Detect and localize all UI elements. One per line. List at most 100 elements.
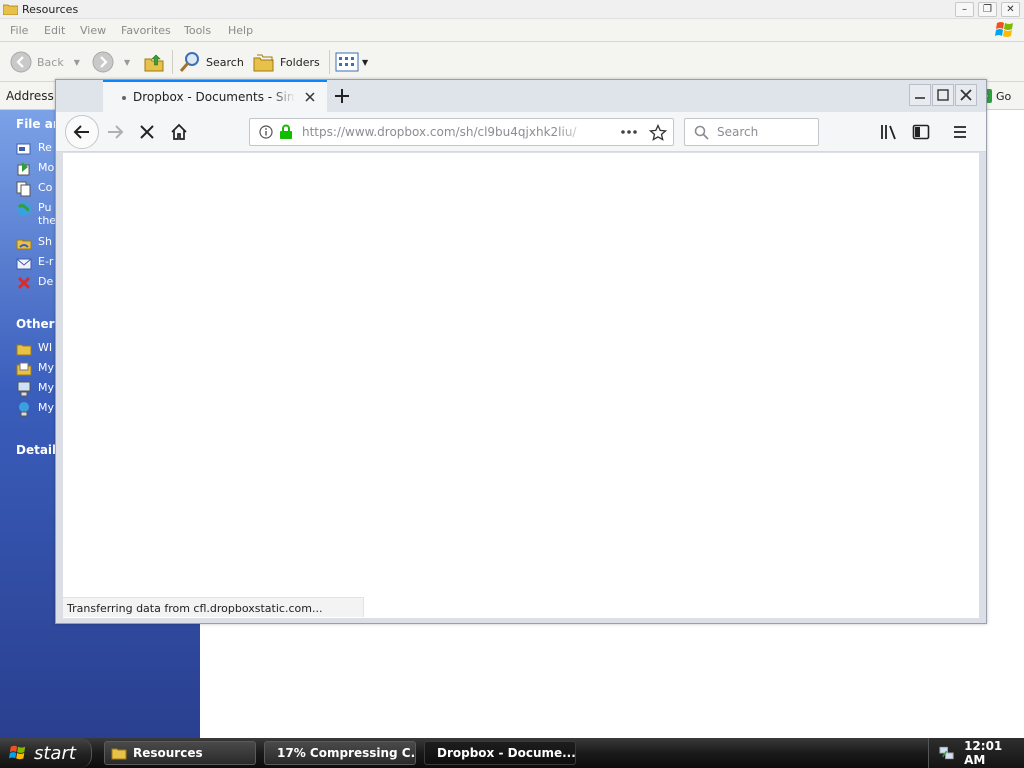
taskbar-button-label: 17% Compressing C... — [277, 746, 416, 760]
explorer-minimize-button[interactable]: – — [955, 2, 974, 17]
padlock-icon[interactable] — [279, 124, 293, 140]
email-icon — [16, 258, 32, 270]
loading-dot-icon — [122, 96, 126, 100]
browser-forward-button[interactable] — [98, 115, 132, 149]
sidebar-icon — [912, 124, 930, 140]
task-item-email[interactable]: E-r — [16, 255, 53, 271]
windows-logo-icon — [9, 745, 26, 760]
url-bar[interactable]: https://www.dropbox.com/sh/cl9bu4qjxhk2l… — [249, 118, 674, 146]
folders-button[interactable]: Folders — [252, 50, 320, 74]
info-icon[interactable] — [259, 125, 273, 139]
network-icon[interactable] — [939, 745, 954, 761]
search-placeholder: Search — [717, 125, 759, 139]
place-item-label: WI — [38, 341, 53, 354]
task-item-share[interactable]: Sh — [16, 235, 52, 251]
explorer-menubar: File Edit View Favorites Tools Help — [0, 19, 1024, 42]
task-item-label: De — [38, 275, 54, 288]
views-icon — [335, 52, 359, 72]
tab-title: Dropbox - Documents - Simplif — [133, 90, 295, 104]
tab-close-icon[interactable] — [303, 90, 317, 104]
place-item-label: My — [38, 361, 55, 374]
sidebar-toggle-button[interactable] — [904, 115, 938, 149]
rename-icon — [16, 143, 31, 155]
firefox-window: Dropbox - Documents - Simplif h — [55, 79, 987, 624]
place-item-label: My — [38, 401, 55, 414]
taskbar-button-label: Resources — [133, 746, 203, 760]
place-item-my-computer[interactable]: My — [16, 381, 54, 397]
toolbar-separator — [172, 50, 173, 74]
hamburger-menu-button[interactable] — [943, 115, 977, 149]
toolbar-separator — [329, 50, 330, 74]
firefox-minimize-button[interactable] — [909, 84, 931, 106]
task-item-copy[interactable]: Co — [16, 181, 52, 197]
windows-logo-icon — [995, 22, 1013, 37]
firefox-maximize-button[interactable] — [932, 84, 954, 106]
menu-favorites[interactable]: Favorites — [121, 24, 171, 37]
my-documents-icon — [16, 362, 32, 376]
forward-dropdown-icon[interactable]: ▼ — [124, 58, 130, 67]
bookmark-star-icon[interactable] — [649, 124, 667, 142]
page-content-area[interactable]: Transferring data from cfl.dropboxstatic… — [63, 153, 979, 618]
folders-label: Folders — [280, 55, 320, 69]
place-item-label: My — [38, 381, 55, 394]
start-button[interactable]: start — [0, 738, 92, 768]
library-button[interactable] — [872, 115, 906, 149]
task-item-label: Pu the — [38, 201, 57, 227]
task-item-delete[interactable]: De — [16, 275, 53, 291]
url-text: https://www.dropbox.com/sh/cl9bu4qjxhk2l… — [302, 125, 577, 139]
home-icon — [171, 123, 187, 140]
taskbar: start Resources 7z 17% Compressing C... … — [0, 738, 1024, 768]
close-icon — [960, 89, 972, 101]
up-folder-button[interactable] — [143, 50, 165, 74]
forward-arrow-icon — [92, 51, 114, 73]
folder-icon — [111, 748, 127, 760]
clock[interactable]: 12:01 AM — [964, 739, 1024, 767]
home-button[interactable] — [162, 115, 196, 149]
firefox-tabstrip[interactable]: Dropbox - Documents - Simplif — [56, 80, 986, 112]
taskbar-button-7zip[interactable]: 7z 17% Compressing C... — [264, 741, 416, 765]
browser-back-button[interactable] — [65, 115, 99, 149]
task-item-move[interactable]: Mo — [16, 161, 54, 177]
taskbar-button-resources[interactable]: Resources — [104, 741, 256, 765]
tab-dropbox-documents[interactable]: Dropbox - Documents - Simplif — [103, 80, 327, 112]
task-item-label: Re — [38, 141, 52, 154]
minimize-icon — [915, 97, 925, 99]
status-panel: Transferring data from cfl.dropboxstatic… — [63, 597, 364, 617]
delete-x-icon — [17, 276, 31, 290]
my-network-places-icon — [19, 402, 29, 417]
page-actions-icon[interactable] — [620, 128, 638, 136]
explorer-restore-button[interactable]: ❐ — [978, 2, 997, 17]
task-item-label: Mo — [38, 161, 55, 174]
forward-arrow-icon — [108, 125, 124, 139]
system-tray: 12:01 AM — [928, 738, 1024, 768]
menu-file[interactable]: File — [10, 24, 28, 37]
back-arrow-icon — [10, 51, 32, 73]
place-item-folder[interactable]: WI — [16, 341, 52, 357]
search-label: Search — [206, 55, 244, 69]
search-box[interactable]: Search — [684, 118, 819, 146]
task-item-rename[interactable]: Re — [16, 141, 52, 157]
forward-button[interactable]: ▼ — [92, 50, 130, 74]
taskbar-button-dropbox[interactable]: Dropbox - Docume... — [424, 741, 576, 765]
menu-edit[interactable]: Edit — [44, 24, 65, 37]
explorer-close-button[interactable]: ✕ — [1001, 2, 1020, 17]
place-item-my-documents[interactable]: My — [16, 361, 54, 377]
task-item-publish[interactable]: Pu the — [16, 201, 56, 227]
menu-tools[interactable]: Tools — [184, 24, 211, 37]
place-item-my-network[interactable]: My — [16, 401, 54, 417]
stop-loading-button[interactable] — [130, 115, 164, 149]
new-tab-plus-icon[interactable] — [332, 86, 352, 106]
library-icon — [881, 125, 896, 140]
address-label: Address — [6, 89, 54, 103]
up-folder-icon — [144, 54, 164, 72]
folders-icon — [253, 54, 274, 72]
explorer-titlebar[interactable]: Resources – ❐ ✕ — [0, 0, 1024, 19]
firefox-close-button[interactable] — [955, 84, 977, 106]
back-dropdown-icon[interactable]: ▼ — [74, 58, 80, 67]
views-button[interactable]: ▼ — [335, 50, 368, 74]
back-button[interactable]: Back ▼ — [10, 50, 80, 74]
search-button[interactable]: Search — [178, 50, 244, 74]
menu-view[interactable]: View — [80, 24, 106, 37]
menu-help[interactable]: Help — [228, 24, 253, 37]
explorer-title: Resources — [22, 3, 79, 16]
